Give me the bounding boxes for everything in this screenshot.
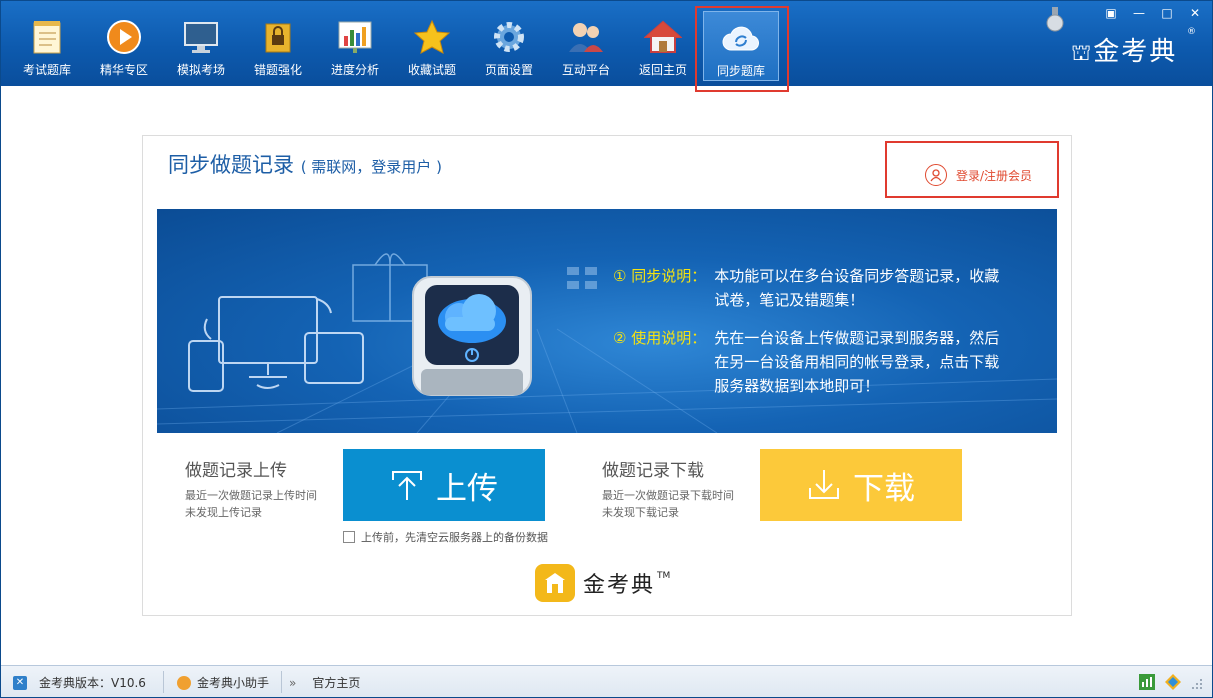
lock-book-icon <box>258 17 298 57</box>
download-last-time-label: 最近一次做题记录下载时间 <box>602 489 734 502</box>
tool-mock-exam[interactable]: 模拟考场 <box>163 11 239 81</box>
sync-panel: 同步做题记录 ( 需联网，登录用户 ) 登录/注册会员 ① 同步说明： 本功能可… <box>142 135 1072 616</box>
tool-home[interactable]: 返回主页 <box>625 11 701 81</box>
resize-grip-icon[interactable] <box>1191 678 1203 690</box>
divider <box>281 671 282 693</box>
upload-last-time-label: 最近一次做题记录上传时间 <box>185 489 317 502</box>
tool-featured[interactable]: 精华专区 <box>86 11 162 81</box>
brand-logo: ⛫金考典 <box>1071 37 1178 67</box>
login-highlight: 登录/注册会员 <box>885 141 1059 198</box>
bar-chart-icon <box>335 17 375 57</box>
medal-icon <box>1046 7 1064 33</box>
close-icon[interactable]: ✕ <box>1184 5 1206 21</box>
usage-info-text: 先在一台设备上传做题记录到服务器，然后在另一台设备用相同的帐号登录，点击下载服务… <box>714 329 1000 395</box>
user-icon <box>925 164 947 186</box>
upload-arrow-icon <box>392 471 422 500</box>
tool-page-settings[interactable]: 页面设置 <box>471 11 547 81</box>
login-register-button[interactable]: 登录/注册会员 <box>925 164 1032 186</box>
assistant-icon <box>177 675 191 690</box>
version-info: ✕ 金考典版本：V10.6 <box>13 674 146 691</box>
app-icon: ✕ <box>13 675 27 690</box>
trademark-mark: TM <box>657 571 671 581</box>
checkbox-box[interactable] <box>343 531 355 543</box>
divider <box>163 671 164 693</box>
tool-interaction[interactable]: 互动平台 <box>548 11 624 81</box>
status-bar: ✕ 金考典版本：V10.6 金考典小助手 » 官方主页 <box>1 665 1212 697</box>
footer-logo: 金考典 TM <box>535 564 670 602</box>
maximize-icon[interactable]: □ <box>1156 5 1178 21</box>
download-button[interactable]: 下载 <box>760 449 962 521</box>
tools-icon[interactable] <box>1165 674 1181 690</box>
minimize-icon[interactable]: — <box>1128 5 1150 21</box>
sync-info-key: ① 同步说明： <box>613 267 707 285</box>
homepage-link[interactable]: » 官方主页 <box>289 674 360 691</box>
upload-button[interactable]: 上传 <box>343 449 545 521</box>
stats-icon[interactable] <box>1139 674 1155 690</box>
page-title: 同步做题记录 ( 需联网，登录用户 ) <box>168 153 442 177</box>
tool-mistakes[interactable]: 错题强化 <box>240 11 316 81</box>
footer-logo-text: 金考典 <box>583 573 656 598</box>
upload-title: 做题记录上传 <box>185 461 287 481</box>
notepad-icon <box>27 17 67 57</box>
double-chevron-icon: » <box>289 675 297 690</box>
logo-mark-icon <box>535 564 575 602</box>
monitor-icon <box>181 17 221 57</box>
usage-info-key: ② 使用说明： <box>613 329 707 347</box>
download-record-status: 未发现下载记录 <box>602 506 679 519</box>
tool-favorites[interactable]: 收藏试题 <box>394 11 470 81</box>
download-arrow-icon <box>809 470 839 499</box>
sync-instructions: ① 同步说明： 本功能可以在多台设备同步答题记录，收藏试卷，笔记及错题集！ ② … <box>613 264 1004 398</box>
active-tool-highlight <box>695 6 789 92</box>
usage-info-row: ② 使用说明： 先在一台设备上传做题记录到服务器，然后在另一台设备用相同的帐号登… <box>613 326 1004 398</box>
sync-banner: ① 同步说明： 本功能可以在多台设备同步答题记录，收藏试卷，笔记及错题集！ ② … <box>157 209 1057 433</box>
page-subtitle: ( 需联网，登录用户 ) <box>300 158 442 176</box>
brand-logo-mark: ⛫ <box>1071 41 1094 66</box>
tool-progress[interactable]: 进度分析 <box>317 11 393 81</box>
brand-registered-mark: ® <box>1187 27 1196 37</box>
home-icon <box>643 17 683 57</box>
window-controls: ▣ — □ ✕ <box>1100 5 1206 21</box>
assistant-link[interactable]: 金考典小助手 <box>177 674 269 691</box>
sync-info-row: ① 同步说明： 本功能可以在多台设备同步答题记录，收藏试卷，笔记及错题集！ <box>613 264 1004 312</box>
users-icon <box>566 17 606 57</box>
upload-record-status: 未发现上传记录 <box>185 506 262 519</box>
clear-backup-checkbox[interactable]: 上传前，先清空云服务器上的备份数据 <box>343 529 548 545</box>
tool-exam-bank[interactable]: 考试题库 <box>9 11 85 81</box>
main-toolbar: 考试题库 精华专区 模拟考场 错题强化 进度分析 收藏试题 页面设置 互动平台 … <box>1 1 1212 92</box>
star-icon <box>412 17 452 57</box>
sync-info-text: 本功能可以在多台设备同步答题记录，收藏试卷，笔记及错题集！ <box>714 267 1000 309</box>
app-window: 考试题库 精华专区 模拟考场 错题强化 进度分析 收藏试题 页面设置 互动平台 … <box>0 0 1213 698</box>
gear-icon <box>489 17 529 57</box>
restore-icon[interactable]: ▣ <box>1100 5 1122 21</box>
download-title: 做题记录下载 <box>602 461 704 481</box>
play-icon <box>104 17 144 57</box>
